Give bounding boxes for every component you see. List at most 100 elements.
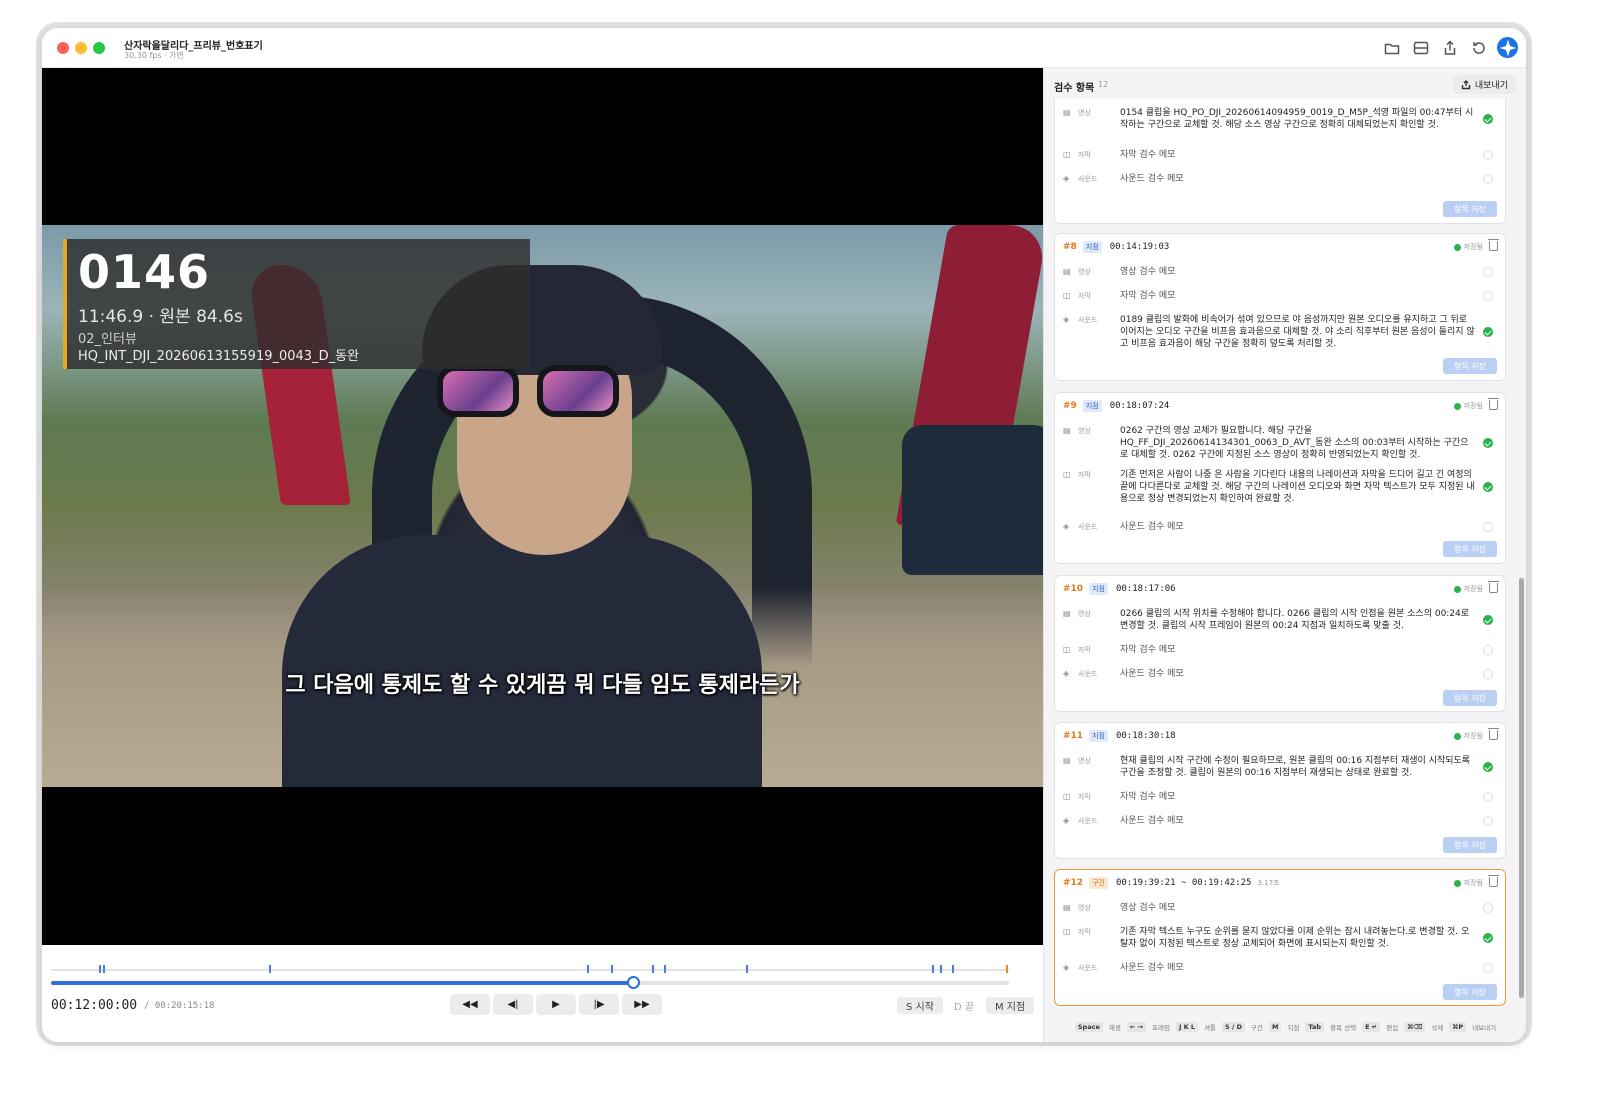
- play-button[interactable]: ▶: [536, 994, 576, 1015]
- review-note[interactable]: 0262 구간의 영상 교체가 필요합니다. 해당 구간을 HQ_FF_DJI_…: [1120, 425, 1475, 461]
- scrubber-handle[interactable]: [626, 976, 640, 989]
- video-viewer[interactable]: 0146 11:46.9 · 원본 84.6s 02_인터뷰 HQ_INT_DJ…: [42, 68, 1043, 945]
- review-note[interactable]: 0189 클립의 발화에 비속어가 섞여 있으므로 야 음성까지만 원본 오디오…: [1120, 314, 1475, 350]
- review-note[interactable]: 사운드 검수 메모: [1120, 962, 1475, 974]
- review-row-video[interactable]: ▤ 영상 0266 클립의 시작 위치를 수정해야 합니다. 0266 클립의 시작…: [1063, 608, 1493, 632]
- check-empty-icon[interactable]: [1483, 291, 1493, 301]
- trash-icon[interactable]: [1488, 581, 1499, 593]
- check-empty-icon[interactable]: [1483, 150, 1493, 160]
- trash-icon[interactable]: [1488, 239, 1499, 251]
- review-row-video[interactable]: ▤ 영상 0262 구간의 영상 교체가 필요합니다. 해당 구간을 HQ_FF_D…: [1063, 425, 1493, 461]
- review-row-sound[interactable]: ◈ 사운드 사운드 검수 메모: [1063, 668, 1493, 680]
- check-empty-icon[interactable]: [1483, 645, 1493, 655]
- review-card[interactable]: #11 지점 00:18:30:18 저장됨 ▤ 영상 현재 클립의 시작 구간에 수정이 …: [1054, 722, 1506, 859]
- review-note[interactable]: 기존 먼저온 사람이 나중 온 사람을 기다린다 내용의 나레이션과 자막을 드…: [1120, 469, 1475, 505]
- review-note[interactable]: 사운드 검수 메모: [1120, 521, 1475, 533]
- review-note[interactable]: 사운드 검수 메모: [1120, 815, 1475, 827]
- review-note[interactable]: 자막 검수 메모: [1120, 791, 1475, 803]
- review-row-subtitle[interactable]: ◫ 자막 자막 검수 메모: [1063, 290, 1493, 302]
- review-note[interactable]: 자막 검수 메모: [1120, 149, 1475, 161]
- timeline-marker[interactable]: [611, 965, 614, 973]
- timeline-marker[interactable]: [651, 965, 654, 973]
- review-row-subtitle[interactable]: ◫ 자막 자막 검수 메모: [1063, 791, 1493, 803]
- layout-icon[interactable]: [1410, 37, 1431, 58]
- card-timecode[interactable]: 00:14:19:03: [1110, 242, 1170, 252]
- review-card[interactable]: #8 지점 00:14:19:03 저장됨 ▤ 영상 영상 검수 메모 ◫ 자막 자막 검수 메모…: [1054, 233, 1506, 381]
- review-row-video[interactable]: ▤ 영상 영상 검수 메모: [1063, 266, 1493, 278]
- review-row-video[interactable]: ▤ 영상 0154 클립을 HQ_PO_DJI_20260614094959_001…: [1063, 107, 1493, 131]
- review-card[interactable]: ▤ 영상 0154 클립을 HQ_PO_DJI_20260614094959_001…: [1054, 98, 1506, 224]
- timeline-marker-range[interactable]: [1006, 965, 1009, 973]
- review-row-subtitle[interactable]: ◫ 자막 기존 자막 텍스트 누구도 순위를 묻지 않았다를 이제 순위는 잠시 내…: [1063, 926, 1493, 950]
- trash-icon[interactable]: [1488, 875, 1499, 887]
- review-note[interactable]: 자막 검수 메모: [1120, 644, 1475, 656]
- review-card[interactable]: #12 구간 00:19:39:21 ~ 00:19:42:25 3.17초 저장됨 ▤ 영…: [1054, 869, 1506, 1006]
- minimize-window-button[interactable]: [75, 42, 87, 54]
- save-item-button[interactable]: 항목 저장: [1443, 201, 1497, 217]
- review-card[interactable]: #10 지점 00:18:17:06 저장됨 ▤ 영상 0266 클립의 시작 위치를 수정…: [1054, 575, 1506, 712]
- folder-icon[interactable]: [1381, 37, 1402, 58]
- save-item-button[interactable]: 항목 저장: [1443, 358, 1497, 374]
- check-empty-icon[interactable]: [1483, 792, 1493, 802]
- check-done-icon[interactable]: [1483, 327, 1493, 337]
- review-row-sound[interactable]: ◈ 사운드 0189 클립의 발화에 비속어가 섞여 있으므로 야 음성까지만 원본…: [1063, 314, 1493, 350]
- review-row-subtitle[interactable]: ◫ 자막 자막 검수 메모: [1063, 644, 1493, 656]
- mark-start-button[interactable]: S 시작: [897, 997, 943, 1014]
- sparkle-icon[interactable]: [1497, 37, 1518, 58]
- review-note[interactable]: 사운드 검수 메모: [1120, 173, 1475, 185]
- check-empty-icon[interactable]: [1483, 669, 1493, 679]
- review-note[interactable]: 현재 클립의 시작 구간에 수정이 필요하므로, 원본 클립의 00:16 지점…: [1120, 755, 1475, 779]
- mark-end-button[interactable]: D 끝: [945, 997, 983, 1014]
- timeline-marker[interactable]: [932, 965, 935, 973]
- timeline-marker[interactable]: [586, 965, 589, 973]
- export-button[interactable]: 내보내기: [1452, 75, 1516, 94]
- timeline-marker[interactable]: [664, 965, 667, 973]
- timeline-marker[interactable]: [940, 965, 943, 973]
- check-empty-icon[interactable]: [1483, 816, 1493, 826]
- check-empty-icon[interactable]: [1483, 267, 1493, 277]
- step-forward-button[interactable]: |▶: [579, 994, 619, 1015]
- review-row-sound[interactable]: ◈ 사운드 사운드 검수 메모: [1063, 962, 1493, 974]
- timeline-marker[interactable]: [98, 965, 101, 973]
- review-row-subtitle[interactable]: ◫ 자막 기존 먼저온 사람이 나중 온 사람을 기다린다 내용의 나레이션과 자막…: [1063, 469, 1493, 505]
- save-item-button[interactable]: 항목 저장: [1443, 541, 1497, 557]
- check-done-icon[interactable]: [1483, 114, 1493, 124]
- check-done-icon[interactable]: [1483, 438, 1493, 448]
- rewind-button[interactable]: ◀◀: [450, 994, 490, 1015]
- check-done-icon[interactable]: [1483, 615, 1493, 625]
- step-back-button[interactable]: ◀|: [493, 994, 533, 1015]
- review-note[interactable]: 영상 검수 메모: [1120, 902, 1475, 914]
- card-timecode[interactable]: 00:18:07:24: [1110, 401, 1170, 411]
- card-timecode[interactable]: 00:19:39:21 ~ 00:19:42:25: [1116, 878, 1251, 888]
- trash-icon[interactable]: [1488, 398, 1499, 410]
- check-done-icon[interactable]: [1483, 933, 1493, 943]
- save-item-button[interactable]: 항목 저장: [1443, 984, 1497, 1000]
- timeline-marker[interactable]: [952, 965, 955, 973]
- review-note[interactable]: 영상 검수 메모: [1120, 266, 1475, 278]
- review-note[interactable]: 자막 검수 메모: [1120, 290, 1475, 302]
- review-note[interactable]: 0266 클립의 시작 위치를 수정해야 합니다. 0266 클립의 시작 인점…: [1120, 608, 1475, 632]
- close-window-button[interactable]: [57, 42, 69, 54]
- marker-track[interactable]: [51, 969, 1009, 971]
- card-timecode[interactable]: 00:18:30:18: [1116, 731, 1176, 741]
- review-note[interactable]: 사운드 검수 메모: [1120, 668, 1475, 680]
- review-row-sound[interactable]: ◈ 사운드 사운드 검수 메모: [1063, 521, 1493, 533]
- timeline-marker[interactable]: [102, 965, 105, 973]
- check-empty-icon[interactable]: [1483, 963, 1493, 973]
- review-row-subtitle[interactable]: ◫ 자막 자막 검수 메모: [1063, 149, 1493, 161]
- review-card[interactable]: #9 지점 00:18:07:24 저장됨 ▤ 영상 0262 구간의 영상 교체가 필요합…: [1054, 392, 1506, 564]
- share-icon[interactable]: [1439, 37, 1460, 58]
- check-empty-icon[interactable]: [1483, 522, 1493, 532]
- review-note[interactable]: 기존 자막 텍스트 누구도 순위를 묻지 않았다를 이제 순위는 잠시 내려놓는…: [1120, 926, 1475, 950]
- check-done-icon[interactable]: [1483, 482, 1493, 492]
- check-empty-icon[interactable]: [1483, 903, 1493, 913]
- review-note[interactable]: 0154 클립을 HQ_PO_DJI_20260614094959_0019_D…: [1120, 107, 1475, 131]
- review-row-sound[interactable]: ◈ 사운드 사운드 검수 메모: [1063, 173, 1493, 185]
- save-item-button[interactable]: 항목 저장: [1443, 837, 1497, 853]
- review-row-video[interactable]: ▤ 영상 영상 검수 메모: [1063, 902, 1493, 914]
- undo-icon[interactable]: [1468, 37, 1489, 58]
- review-list[interactable]: ▤ 영상 0154 클립을 HQ_PO_DJI_20260614094959_001…: [1044, 98, 1526, 1013]
- panel-scrollbar[interactable]: [1519, 578, 1524, 998]
- timeline-marker[interactable]: [269, 965, 272, 973]
- save-item-button[interactable]: 항목 저장: [1443, 690, 1497, 706]
